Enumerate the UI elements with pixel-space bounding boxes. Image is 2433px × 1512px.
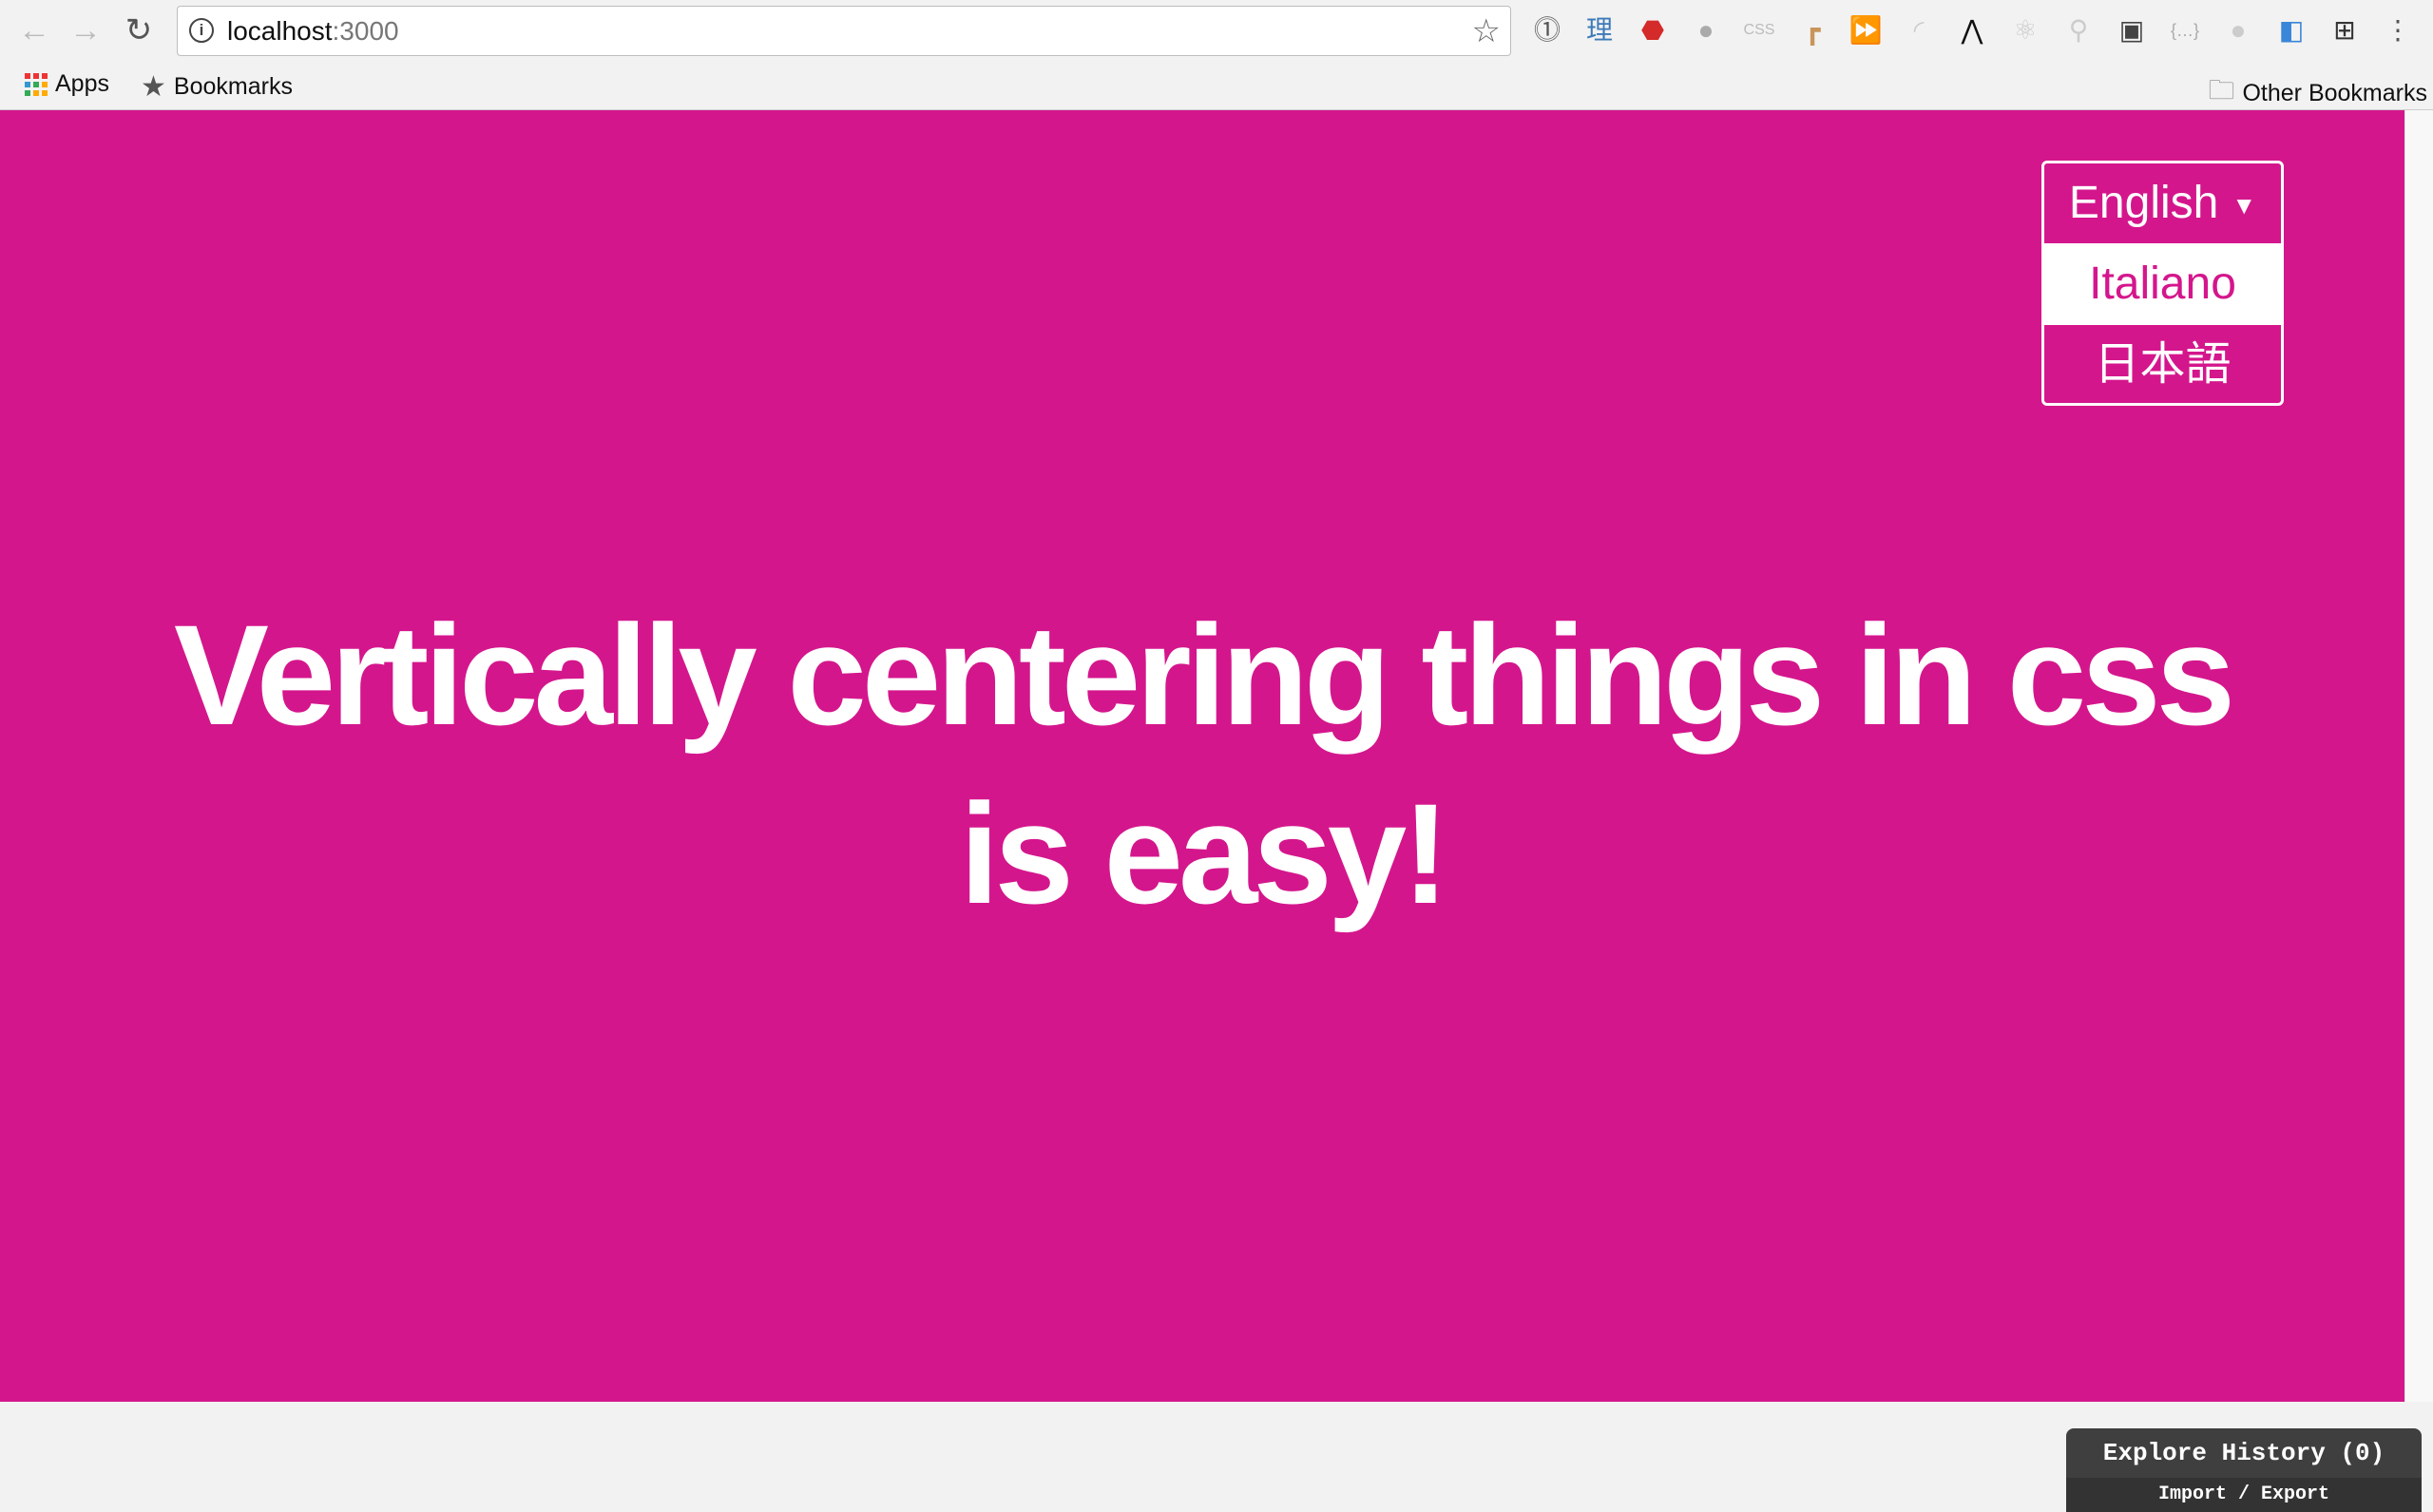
url-text[interactable]: localhost:3000: [227, 16, 399, 47]
css-viewer-icon[interactable]: CSS: [1742, 13, 1776, 48]
redux-devtools-icon[interactable]: ⚲: [2061, 13, 2096, 48]
extension-icon[interactable]: ⋀: [1955, 13, 1989, 48]
language-option-italiano[interactable]: Italiano: [2044, 243, 2281, 325]
info-icon[interactable]: i: [189, 18, 214, 43]
grid-icon[interactable]: ⊞: [2328, 13, 2362, 48]
caret-down-icon: ▼: [2232, 191, 2257, 220]
bookmarks-bar: Apps ★ Bookmarks 🗀 Other Bookmarks: [0, 63, 2433, 110]
react-devtools-icon[interactable]: ⚛: [2008, 13, 2042, 48]
star-icon: ★: [141, 71, 166, 103]
back-button[interactable]: ←: [15, 11, 53, 49]
apps-grid-icon: [25, 72, 48, 96]
address-bar[interactable]: i localhost:3000 ☆: [177, 6, 1511, 56]
extension-icon[interactable]: ●: [2221, 13, 2255, 48]
bookmark-bookmarks[interactable]: ★ Bookmarks: [141, 70, 293, 104]
feedly-icon[interactable]: ◜: [1902, 13, 1936, 48]
explore-history-button[interactable]: Explore History (0): [2066, 1428, 2422, 1478]
bookmark-apps[interactable]: Apps: [25, 70, 109, 98]
page-heading: Vertically centering things in css is eas…: [173, 595, 2235, 933]
language-menu[interactable]: English ▼ Italiano 日本語: [2041, 161, 2284, 406]
rikaikun-icon[interactable]: 理: [1582, 13, 1617, 48]
language-option-japanese[interactable]: 日本語: [2044, 325, 2281, 403]
forward-button[interactable]: →: [67, 11, 105, 49]
video-speed-icon[interactable]: ⏩: [1849, 13, 1883, 48]
folder-icon: 🗀: [2208, 75, 2235, 105]
tag-icon[interactable]: ◧: [2274, 13, 2308, 48]
1password-icon[interactable]: ⓵: [1530, 13, 1564, 48]
language-option-english[interactable]: English ▼: [2044, 163, 2281, 243]
other-bookmarks[interactable]: 🗀 Other Bookmarks: [2208, 70, 2427, 116]
scrollbar[interactable]: [2404, 110, 2433, 1402]
explore-history-panel: Explore History (0) Import / Export: [2066, 1428, 2422, 1512]
import-export-button[interactable]: Import / Export: [2066, 1478, 2422, 1512]
page-content: English ▼ Italiano 日本語 Vertically centeri…: [0, 110, 2422, 1512]
adblock-icon[interactable]: ⬣: [1636, 13, 1670, 48]
reload-button[interactable]: ↻: [120, 11, 158, 49]
outlet-icon[interactable]: ▣: [2115, 13, 2149, 48]
ruler-icon[interactable]: ┏: [1795, 13, 1830, 48]
vimium-icon[interactable]: ●: [1689, 13, 1723, 48]
browser-toolbar: ← → ↻ i localhost:3000 ☆ ⓵ 理 ⬣ ● CSS ┏ ⏩…: [0, 0, 2433, 63]
menu-icon[interactable]: ⋮: [2381, 13, 2415, 48]
bookmark-star-icon[interactable]: ☆: [1472, 12, 1501, 50]
json-viewer-icon[interactable]: {…}: [2168, 13, 2202, 48]
